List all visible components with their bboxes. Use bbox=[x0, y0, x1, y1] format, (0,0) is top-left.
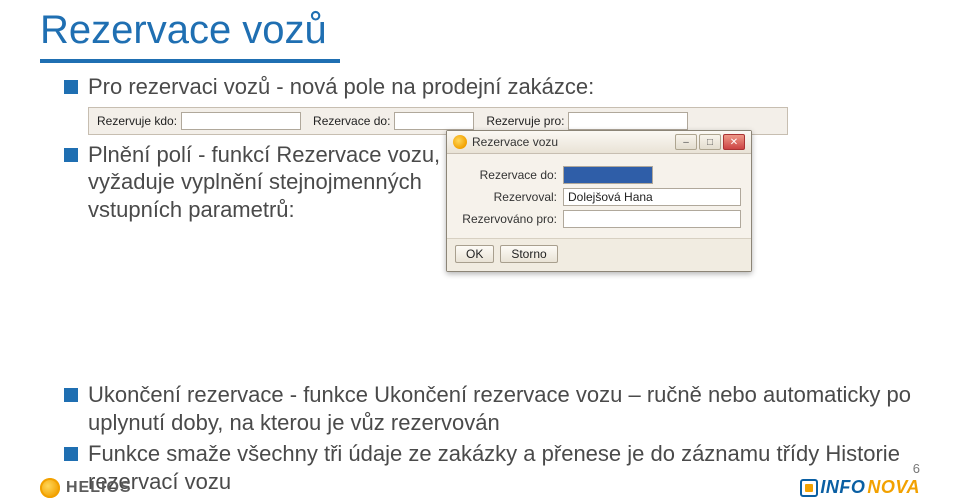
title-underline bbox=[40, 59, 340, 63]
dialog-titlebar[interactable]: Rezervace vozu – □ ✕ bbox=[447, 131, 751, 154]
bullet-3-text: Ukončení rezervace - funkce Ukončení rez… bbox=[88, 381, 920, 436]
dialog-maximize-button[interactable]: □ bbox=[699, 134, 721, 150]
bullet-3: Ukončení rezervace - funkce Ukončení rez… bbox=[64, 381, 920, 436]
dialog-reserve-until-label: Rezervace do: bbox=[457, 168, 557, 182]
dialog-title: Rezervace vozu bbox=[472, 135, 558, 149]
infonova-text-left: INFO bbox=[820, 477, 865, 498]
dialog-reserved-by-label: Rezervoval: bbox=[457, 190, 557, 204]
bullet-icon bbox=[64, 388, 78, 402]
infonova-text-right: NOVA bbox=[867, 477, 920, 498]
page-title: Rezervace vozů bbox=[40, 8, 920, 53]
dialog-ok-button[interactable]: OK bbox=[455, 245, 494, 263]
dialog-icon bbox=[453, 135, 467, 149]
helios-logo: HELIOS bbox=[40, 478, 132, 498]
page-number: 6 bbox=[913, 461, 920, 476]
field-reserve-until-input[interactable] bbox=[394, 112, 474, 130]
helios-sun-icon bbox=[40, 478, 60, 498]
infonova-icon bbox=[800, 479, 818, 497]
dialog-reserved-by-input[interactable]: Dolejšová Hana bbox=[563, 188, 741, 206]
bullet-icon bbox=[64, 80, 78, 94]
helios-text: HELIOS bbox=[66, 479, 132, 497]
field-reserves-who-input[interactable] bbox=[181, 112, 301, 130]
dialog-close-button[interactable]: ✕ bbox=[723, 134, 745, 150]
dialog-reserve-until-input[interactable] bbox=[563, 166, 653, 184]
bullet-1-text: Pro rezervaci vozů - nová pole na prodej… bbox=[88, 73, 920, 101]
dialog-reserved-for-label: Rezervováno pro: bbox=[457, 212, 557, 226]
bullet-icon bbox=[64, 447, 78, 461]
dialog-reserved-for-input[interactable] bbox=[563, 210, 741, 228]
field-reserves-who-label: Rezervuje kdo: bbox=[97, 114, 177, 128]
bullet-2: Plnění polí - funkcí Rezervace vozu, vyž… bbox=[64, 141, 474, 224]
bullet-icon bbox=[64, 148, 78, 162]
reservation-dialog: Rezervace vozu – □ ✕ Rezervace do: Rezer… bbox=[446, 130, 752, 272]
bullet-2-text: Plnění polí - funkcí Rezervace vozu, vyž… bbox=[88, 141, 474, 224]
infonova-logo: INFO NOVA bbox=[800, 477, 920, 498]
dialog-minimize-button[interactable]: – bbox=[675, 134, 697, 150]
bullet-1: Pro rezervaci vozů - nová pole na prodej… bbox=[64, 73, 920, 101]
field-reserves-for-label: Rezervuje pro: bbox=[486, 114, 564, 128]
field-reserve-until-label: Rezervace do: bbox=[313, 114, 390, 128]
dialog-cancel-button[interactable]: Storno bbox=[500, 245, 557, 263]
field-reserves-for-input[interactable] bbox=[568, 112, 688, 130]
